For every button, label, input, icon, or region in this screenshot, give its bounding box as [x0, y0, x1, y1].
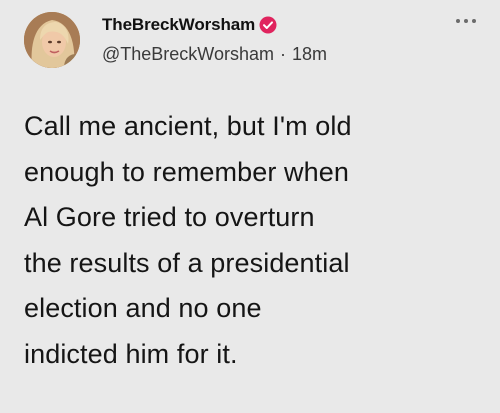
- tweet-line: enough to remember when: [24, 156, 349, 187]
- separator-dot: ·: [279, 44, 286, 64]
- tweet-line: indicted him for it.: [24, 338, 238, 369]
- avatar[interactable]: [24, 12, 80, 68]
- author-name-row: TheBreckWorsham: [102, 14, 277, 36]
- tweet-text: Call me ancient, but I'm old enough to r…: [24, 104, 486, 377]
- verified-badge-icon: [259, 16, 277, 34]
- tweet-line: election and no one: [24, 293, 262, 323]
- timestamp[interactable]: 18m: [292, 44, 327, 65]
- more-dots-icon[interactable]: [452, 10, 480, 32]
- tweet-card[interactable]: TheBreckWorsham @TheBreckWorsham · 18m C…: [0, 0, 500, 413]
- handle[interactable]: @TheBreckWorsham: [102, 44, 274, 65]
- handle-row: @TheBreckWorsham · 18m: [102, 44, 327, 65]
- tweet-line: Al Gore tried to overturn: [24, 202, 315, 232]
- tweet-line: Call me ancient, but I'm old: [24, 111, 352, 141]
- display-name[interactable]: TheBreckWorsham: [102, 15, 255, 35]
- tweet-line: the results of a presidential: [24, 247, 350, 278]
- avatar-image: [24, 12, 80, 68]
